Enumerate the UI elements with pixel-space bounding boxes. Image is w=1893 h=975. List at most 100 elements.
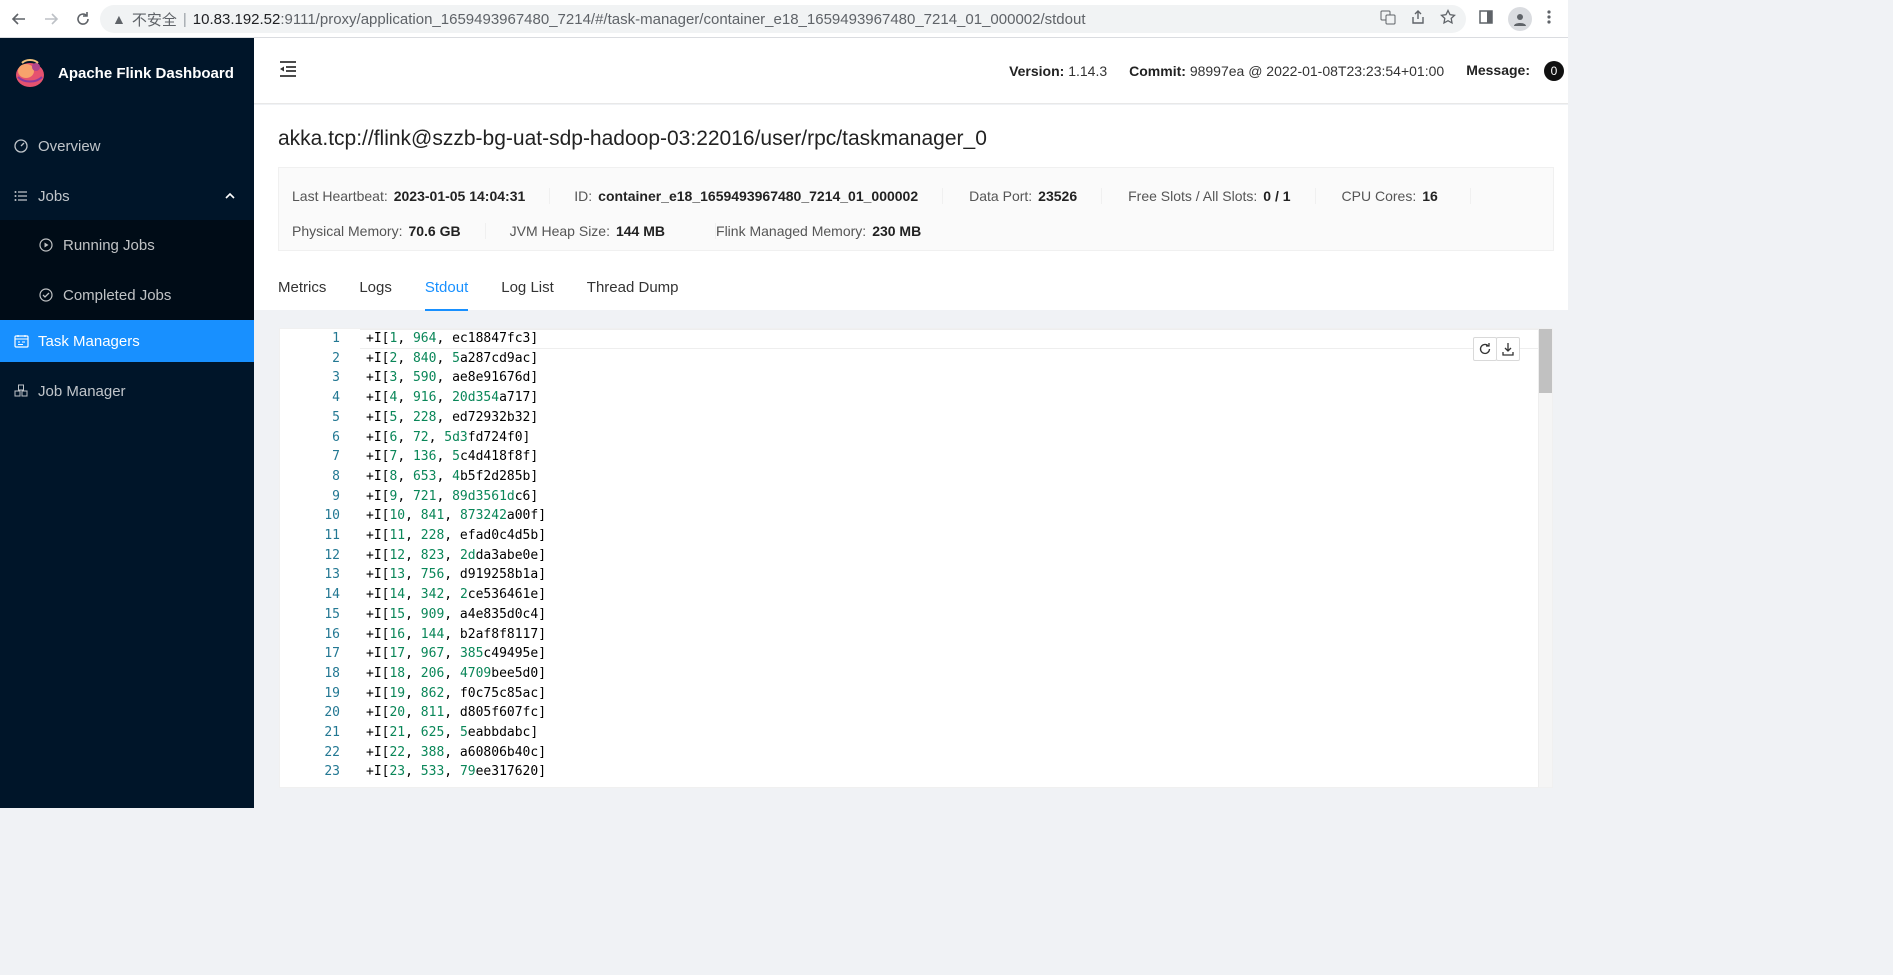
bookmark-star-icon[interactable] <box>1440 8 1456 29</box>
schedule-icon <box>13 333 29 349</box>
message-label: Message: <box>1466 62 1530 78</box>
dashboard-icon <box>13 138 29 154</box>
data-port-item: Data Port: 23526 <box>943 188 1103 204</box>
desc-value: 230 MB <box>872 223 922 239</box>
scrollbar-thumb[interactable] <box>1539 329 1552 393</box>
commit-label: Commit: <box>1129 63 1186 79</box>
stdout-editor[interactable]: 1 +I[1, 964, ec18847fc3] 2 +I[2, 840, 5a287… <box>279 328 1553 788</box>
chevron-up-icon <box>224 189 236 206</box>
stdout-line: 11 +I[11, 228, efad0c4d5b] <box>280 526 1540 546</box>
line-content: +I[8, 653, 4b5f2d285b] <box>366 468 539 484</box>
stdout-line: 4 +I[4, 916, 20d354a717] <box>280 388 1540 408</box>
stdout-line: 9 +I[9, 721, 89d3561dc6] <box>280 487 1540 507</box>
address-bar[interactable]: ▲ 不安全 | 10.83.192.52:9111/proxy/applicat… <box>100 5 1466 33</box>
app-title: Apache Flink Dashboard <box>58 64 234 82</box>
sidebar-item-label: Overview <box>38 137 101 155</box>
line-number: 12 <box>324 547 340 563</box>
slots-item: Free Slots / All Slots: 0 / 1 <box>1102 188 1316 204</box>
line-number: 22 <box>324 744 340 760</box>
line-number: 11 <box>324 528 340 543</box>
line-content: +I[10, 841, 873242a00f] <box>366 508 547 524</box>
desc-value: 70.6 GB <box>408 223 461 239</box>
sidebar-logo[interactable]: Apache Flink Dashboard <box>0 38 254 108</box>
task-manager-tabs: Metrics Logs Stdout Log List Thread Dump <box>278 273 712 311</box>
sidebar-item-completed-jobs[interactable]: Completed Jobs <box>0 270 254 320</box>
tab-metrics[interactable]: Metrics <box>278 273 326 311</box>
task-manager-descriptions: Last Heartbeat: 2023-01-05 14:04:31 ID: co… <box>278 167 1554 251</box>
stdout-line: 8 +I[8, 653, 4b5f2d285b] <box>280 467 1540 487</box>
menu-fold-icon[interactable] <box>278 60 298 83</box>
jvm-heap-item: JVM Heap Size: 144 MB <box>486 223 717 239</box>
header-info: Version: 1.14.3 Commit: 98997ea @ 2022-0… <box>1009 38 1568 104</box>
stdout-line: 15 +I[15, 909, a4e835d0c4] <box>280 605 1540 625</box>
line-content: +I[5, 228, ed72932b32] <box>366 409 539 425</box>
line-number: 9 <box>332 488 340 504</box>
line-content: +I[13, 756, d919258b1a] <box>366 567 547 583</box>
desc-value: 16 <box>1422 188 1438 204</box>
physical-memory-item: Physical Memory: 70.6 GB <box>279 223 486 239</box>
line-content: +I[20, 811, d805f607fc] <box>366 705 547 721</box>
download-button[interactable] <box>1496 337 1520 361</box>
message-count-badge: 0 <box>1544 61 1564 81</box>
line-content: +I[9, 721, 89d3561dc6] <box>366 488 539 504</box>
sidebar-item-running-jobs[interactable]: Running Jobs <box>0 220 254 270</box>
line-content: +I[21, 625, 5eabbdabc] <box>366 725 539 740</box>
stdout-line: 13 +I[13, 756, d919258b1a] <box>280 565 1540 585</box>
desc-value: 0 / 1 <box>1263 188 1291 204</box>
flink-logo <box>16 59 44 87</box>
message-info[interactable]: Message: 0 <box>1466 61 1568 81</box>
line-content: +I[16, 144, b2af8f8117] <box>366 626 547 642</box>
sidebar-item-task-managers[interactable]: Task Managers <box>0 320 254 362</box>
sidebar-item-jobs[interactable]: Jobs <box>0 175 254 217</box>
tab-logs[interactable]: Logs <box>359 273 392 311</box>
profile-avatar-icon[interactable] <box>1508 7 1532 31</box>
line-number: 20 <box>324 705 340 721</box>
line-content: +I[15, 909, a4e835d0c4] <box>366 606 547 622</box>
stdout-line: 14 +I[14, 342, 2ce536461e] <box>280 585 1540 605</box>
line-number: 13 <box>324 567 340 583</box>
stdout-line: 19 +I[19, 862, f0c75c85ac] <box>280 684 1540 704</box>
editor-scrollbar[interactable] <box>1538 329 1552 787</box>
stdout-line: 7 +I[7, 136, 5c4d418f8f] <box>280 447 1540 467</box>
tab-thread-dump[interactable]: Thread Dump <box>587 273 679 311</box>
reload-icon[interactable] <box>70 6 96 32</box>
line-content: +I[12, 823, 2dda3abe0e] <box>366 547 547 563</box>
desc-key: ID: <box>574 188 593 204</box>
line-content: +I[3, 590, ae8e91676d] <box>366 370 539 386</box>
desc-key: Physical Memory: <box>292 223 403 239</box>
translate-icon[interactable] <box>1380 9 1396 29</box>
line-number: 23 <box>324 764 340 780</box>
reload-icon <box>1479 343 1491 355</box>
line-number: 1 <box>332 331 340 346</box>
stdout-line: 1 +I[1, 964, ec18847fc3] <box>280 329 1540 349</box>
url-path: :9111/proxy/application_1659493967480_72… <box>280 10 1086 28</box>
line-content: +I[6, 72, 5d3fd724f0] <box>366 429 531 445</box>
version-value: 1.14.3 <box>1068 63 1108 79</box>
cluster-icon <box>13 383 29 399</box>
line-number: 16 <box>324 626 340 642</box>
line-content: +I[11, 228, efad0c4d5b] <box>366 528 547 543</box>
reload-button[interactable] <box>1473 337 1497 361</box>
sidebar-item-job-manager[interactable]: Job Manager <box>0 370 254 412</box>
line-content: +I[17, 967, 385c49495e] <box>366 646 547 662</box>
side-panel-icon[interactable] <box>1478 9 1494 30</box>
stdout-line: 2 +I[2, 840, 5a287cd9ac] <box>280 349 1540 369</box>
share-icon[interactable] <box>1410 9 1426 29</box>
desc-key: Flink Managed Memory: <box>716 223 867 239</box>
more-menu-icon[interactable] <box>1546 9 1552 30</box>
download-icon <box>1502 343 1514 356</box>
desc-key: Last Heartbeat: <box>292 188 388 204</box>
check-circle-icon <box>38 287 54 303</box>
stdout-line: 3 +I[3, 590, ae8e91676d] <box>280 368 1540 388</box>
stdout-line: 23 +I[23, 533, 79ee317620] <box>280 762 1540 782</box>
back-arrow-icon[interactable] <box>6 6 32 32</box>
tab-log-list[interactable]: Log List <box>501 273 554 311</box>
sidebar-item-label: Task Managers <box>38 332 140 350</box>
forward-arrow-icon[interactable] <box>38 6 64 32</box>
task-manager-detail: akka.tcp://flink@szzb-bg-uat-sdp-hadoop-… <box>254 105 1568 311</box>
line-content: +I[1, 964, ec18847fc3] <box>366 331 539 346</box>
sidebar-item-overview[interactable]: Overview <box>0 125 254 167</box>
line-number: 7 <box>332 449 340 465</box>
stdout-line: 17 +I[17, 967, 385c49495e] <box>280 644 1540 664</box>
tab-stdout[interactable]: Stdout <box>424 273 469 311</box>
